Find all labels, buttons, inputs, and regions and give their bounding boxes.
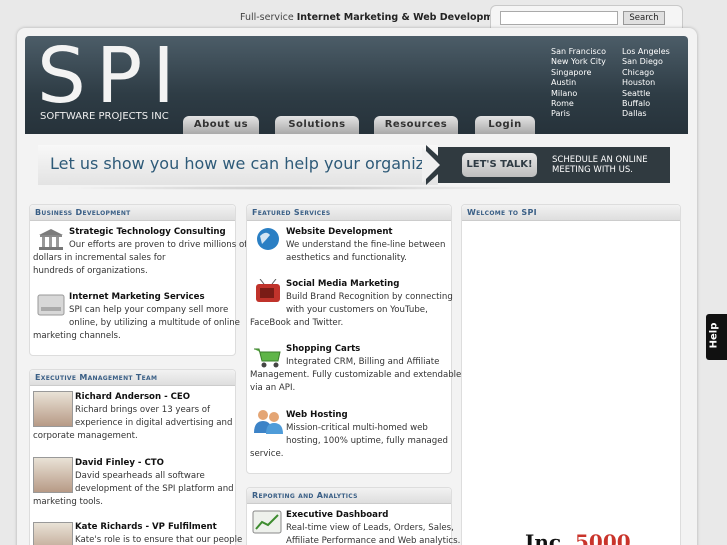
city: Los Angeles <box>622 47 670 56</box>
panel-title: Reporting and Analytics <box>247 488 451 504</box>
service-text: service. <box>250 449 284 459</box>
logo-subtitle: SOFTWARE PROJECTS INC <box>40 111 169 122</box>
city: Dallas <box>622 109 647 119</box>
banner-text: Let us show you how we can help your org… <box>50 154 470 173</box>
city: Milano <box>551 88 578 98</box>
building-columns-icon <box>39 229 63 250</box>
lets-talk-button[interactable]: LET'S TALK! <box>462 153 537 177</box>
city: Seattle <box>622 88 651 98</box>
service-title[interactable]: Website Development <box>286 226 393 239</box>
team-member-text: marketing tools. <box>33 497 104 507</box>
nav-about-us[interactable]: About us <box>183 116 259 134</box>
reporting-item-text: Real-time view of Leads, Orders, Sales, <box>286 523 454 533</box>
city: New York City <box>551 57 606 67</box>
city: San Diego <box>622 57 663 67</box>
tagline: Full-service Internet Marketing & Web De… <box>240 12 511 23</box>
service-text: hosting, 100% uptime, fully managed <box>286 436 448 446</box>
team-member-text: Kate's role is to ensure that our people <box>75 535 243 545</box>
schedule-line-1: SCHEDULE AN ONLINE <box>552 155 648 165</box>
city: Rome <box>551 99 574 109</box>
reporting-item-title[interactable]: Executive Dashboard <box>286 509 388 522</box>
service-text: with your customers on YouTube, <box>286 305 428 315</box>
service-title[interactable]: Web Hosting <box>286 409 348 422</box>
chart-dashboard-icon <box>252 510 282 534</box>
help-tab[interactable]: Help <box>706 314 727 360</box>
service-title[interactable]: Social Media Marketing <box>286 278 399 291</box>
city: Paris <box>551 109 571 119</box>
tagline-prefix: Full-service <box>240 12 297 23</box>
welcome-panel: Welcome to SPI <box>461 204 681 545</box>
inc-5000-logo: Inc. 5000 <box>525 530 631 545</box>
users-icon <box>254 410 283 434</box>
team-member-text: experience in digital advertising and <box>75 418 233 428</box>
service-text: Mission-critical multi-homed web <box>286 423 428 433</box>
team-member-name[interactable]: Kate Richards - VP Fulfilment <box>75 521 217 534</box>
server-icon <box>37 294 65 316</box>
city: Houston <box>622 78 656 88</box>
promo-banner[interactable]: Let us show you how we can help your org… <box>38 145 670 185</box>
nav-login[interactable]: Login <box>475 116 535 134</box>
schedule-meeting-link[interactable]: SCHEDULE AN ONLINE MEETING WITH US. <box>552 155 648 175</box>
search-button[interactable]: Search <box>623 11 665 25</box>
panel-title: Business Development <box>30 205 235 221</box>
business-item-title[interactable]: Strategic Technology Consulting <box>69 226 226 239</box>
city: Singapore <box>551 67 592 77</box>
avatar <box>33 391 73 427</box>
service-text: Management. Fully customizable and exten… <box>250 370 462 380</box>
city: Austin <box>551 78 577 88</box>
globe-icon <box>257 228 279 250</box>
service-text: via an API. <box>250 383 296 393</box>
inc-number: 5000 <box>575 530 631 545</box>
city: San Francisco <box>551 47 606 56</box>
city: Buffalo <box>622 99 651 109</box>
business-item-text: hundreds of organizations. <box>33 266 148 276</box>
team-member-text: corporate management. <box>33 431 138 441</box>
team-member-text: David spearheads all software <box>75 471 205 481</box>
business-item-text: marketing channels. <box>33 331 121 341</box>
service-text: Build Brand Recognition by connecting <box>286 292 453 302</box>
business-item-text: Our efforts are proven to drive millions… <box>69 240 248 250</box>
nav-resources[interactable]: Resources <box>374 116 458 134</box>
business-item-text: online, by utilizing a multitude of onli… <box>69 318 240 328</box>
shopping-cart-icon <box>254 348 281 368</box>
help-label: Help <box>708 322 720 349</box>
banner-shadow <box>60 186 530 190</box>
team-member-name[interactable]: Richard Anderson - CEO <box>75 391 190 404</box>
nav-solutions[interactable]: Solutions <box>275 116 359 134</box>
cities-column-2: Los Angeles San Diego Chicago Houston Se… <box>622 47 670 120</box>
chevron-inner-icon <box>422 147 440 183</box>
business-item-title[interactable]: Internet Marketing Services <box>69 291 205 304</box>
service-title[interactable]: Shopping Carts <box>286 343 360 356</box>
team-member-text: Richard brings over 13 years of <box>75 405 211 415</box>
city: Chicago <box>622 67 655 77</box>
logo[interactable]: SPI <box>37 36 185 118</box>
service-text: FaceBook and Twitter. <box>250 318 344 328</box>
business-item-text: SPI can help your company sell more <box>69 305 229 315</box>
service-text: We understand the fine-line between <box>286 240 446 250</box>
site-header: SPI SOFTWARE PROJECTS INC About us Solut… <box>25 36 688 134</box>
avatar <box>33 457 73 493</box>
business-item-text: dollars in incremental sales for <box>33 253 166 263</box>
cities-column-1: San Francisco New York City Singapore Au… <box>551 47 606 120</box>
schedule-line-2: MEETING WITH US. <box>552 165 633 175</box>
panel-title: Executive Management Team <box>30 370 235 386</box>
service-text: Integrated CRM, Billing and Affiliate <box>286 357 440 367</box>
banner-left-panel: Let us show you how we can help your org… <box>38 145 470 185</box>
avatar <box>33 522 73 545</box>
inc-word: Inc. <box>525 530 569 545</box>
panel-title: Featured Services <box>247 205 451 221</box>
service-text: aesthetics and functionality. <box>286 253 407 263</box>
tv-icon <box>256 279 280 302</box>
search-input[interactable] <box>500 11 618 25</box>
tagline-bold: Internet Marketing & Web Development <box>296 12 511 23</box>
team-member-text: development of the SPI platform and <box>75 484 234 494</box>
team-member-name[interactable]: David Finley - CTO <box>75 457 164 470</box>
reporting-item-text: Affiliate Performance and Web analytics. <box>286 536 461 545</box>
panel-title: Welcome to SPI <box>462 205 680 221</box>
